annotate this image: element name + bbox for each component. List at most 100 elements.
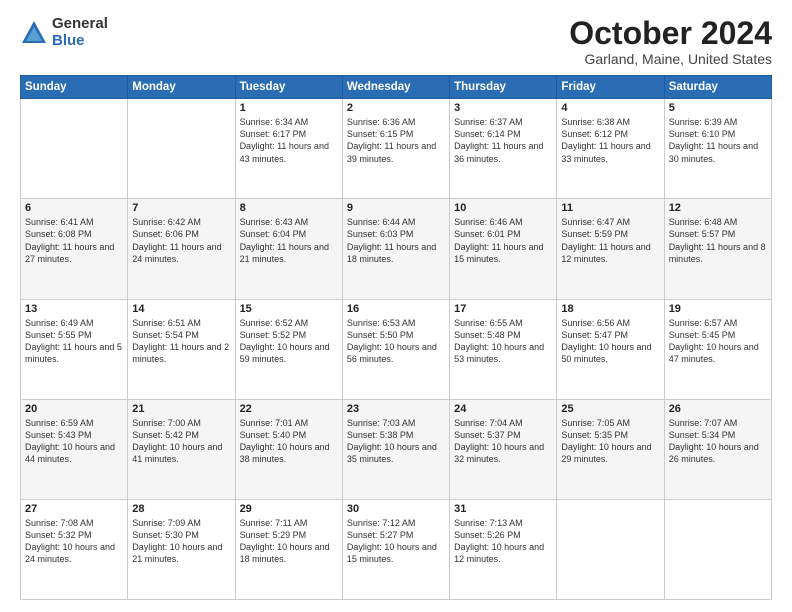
cell-content: Sunrise: 7:07 AM Sunset: 5:34 PM Dayligh… xyxy=(669,417,767,466)
calendar-cell: 21Sunrise: 7:00 AM Sunset: 5:42 PM Dayli… xyxy=(128,399,235,499)
calendar-cell: 2 Sunrise: 6:36 AM Sunset: 6:15 PM Daylig… xyxy=(342,99,449,199)
day-number: 16 xyxy=(347,303,445,315)
calendar-cell: 28 Sunrise: 7:09 AM Sunset: 5:30 PM Dayli… xyxy=(128,499,235,599)
cell-content: Sunrise: 6:49 AM Sunset: 5:55 PM Dayligh… xyxy=(25,317,123,366)
calendar-cell: 22Sunrise: 7:01 AM Sunset: 5:40 PM Dayli… xyxy=(235,399,342,499)
cell-content: Sunrise: 6:34 AM Sunset: 6:17 PM Dayligh… xyxy=(240,116,338,165)
day-header-sunday: Sunday xyxy=(21,76,128,99)
day-number: 27 xyxy=(25,503,123,515)
cell-content: Sunrise: 7:01 AM Sunset: 5:40 PM Dayligh… xyxy=(240,417,338,466)
day-number: 20 xyxy=(25,403,123,415)
calendar-week-1: 1 Sunrise: 6:34 AM Sunset: 6:17 PM Daylig… xyxy=(21,99,772,199)
logo-text: General Blue xyxy=(52,16,108,49)
cell-content: Sunrise: 6:47 AM Sunset: 5:59 PM Dayligh… xyxy=(561,216,659,265)
main-title: October 2024 xyxy=(569,16,772,51)
day-number: 13 xyxy=(25,303,123,315)
calendar-week-2: 6Sunrise: 6:41 AM Sunset: 6:08 PM Daylig… xyxy=(21,199,772,299)
cell-content: Sunrise: 6:43 AM Sunset: 6:04 PM Dayligh… xyxy=(240,216,338,265)
calendar-cell: 12 Sunrise: 6:48 AM Sunset: 5:57 PM Dayli… xyxy=(664,199,771,299)
day-number: 17 xyxy=(454,303,552,315)
calendar-cell: 20 Sunrise: 6:59 AM Sunset: 5:43 PM Dayli… xyxy=(21,399,128,499)
page: General Blue October 2024 Garland, Maine… xyxy=(0,0,792,612)
day-number: 5 xyxy=(669,102,767,114)
calendar-cell: 17Sunrise: 6:55 AM Sunset: 5:48 PM Dayli… xyxy=(450,299,557,399)
cell-content: Sunrise: 6:41 AM Sunset: 6:08 PM Dayligh… xyxy=(25,216,123,265)
day-number: 12 xyxy=(669,202,767,214)
cell-content: Sunrise: 7:13 AM Sunset: 5:26 PM Dayligh… xyxy=(454,517,552,566)
day-number: 25 xyxy=(561,403,659,415)
cell-content: Sunrise: 7:03 AM Sunset: 5:38 PM Dayligh… xyxy=(347,417,445,466)
logo-blue: Blue xyxy=(52,33,108,50)
calendar-cell: 30Sunrise: 7:12 AM Sunset: 5:27 PM Dayli… xyxy=(342,499,449,599)
cell-content: Sunrise: 7:05 AM Sunset: 5:35 PM Dayligh… xyxy=(561,417,659,466)
day-number: 26 xyxy=(669,403,767,415)
cell-content: Sunrise: 7:11 AM Sunset: 5:29 PM Dayligh… xyxy=(240,517,338,566)
cell-content: Sunrise: 6:59 AM Sunset: 5:43 PM Dayligh… xyxy=(25,417,123,466)
day-header-thursday: Thursday xyxy=(450,76,557,99)
calendar-cell xyxy=(21,99,128,199)
day-number: 14 xyxy=(132,303,230,315)
calendar-cell xyxy=(664,499,771,599)
calendar-week-4: 20 Sunrise: 6:59 AM Sunset: 5:43 PM Dayli… xyxy=(21,399,772,499)
day-number: 19 xyxy=(669,303,767,315)
cell-content: Sunrise: 6:51 AM Sunset: 5:54 PM Dayligh… xyxy=(132,317,230,366)
day-number: 8 xyxy=(240,202,338,214)
day-number: 4 xyxy=(561,102,659,114)
calendar-cell: 18Sunrise: 6:56 AM Sunset: 5:47 PM Dayli… xyxy=(557,299,664,399)
day-number: 24 xyxy=(454,403,552,415)
day-header-tuesday: Tuesday xyxy=(235,76,342,99)
cell-content: Sunrise: 6:37 AM Sunset: 6:14 PM Dayligh… xyxy=(454,116,552,165)
calendar-week-3: 13 Sunrise: 6:49 AM Sunset: 5:55 PM Dayli… xyxy=(21,299,772,399)
cell-content: Sunrise: 6:48 AM Sunset: 5:57 PM Dayligh… xyxy=(669,216,767,265)
day-number: 21 xyxy=(132,403,230,415)
cell-content: Sunrise: 7:08 AM Sunset: 5:32 PM Dayligh… xyxy=(25,517,123,566)
day-number: 1 xyxy=(240,102,338,114)
day-number: 31 xyxy=(454,503,552,515)
calendar-cell: 13 Sunrise: 6:49 AM Sunset: 5:55 PM Dayli… xyxy=(21,299,128,399)
title-block: October 2024 Garland, Maine, United Stat… xyxy=(569,16,772,67)
calendar-cell: 24 Sunrise: 7:04 AM Sunset: 5:37 PM Dayli… xyxy=(450,399,557,499)
calendar-cell: 15Sunrise: 6:52 AM Sunset: 5:52 PM Dayli… xyxy=(235,299,342,399)
day-header-monday: Monday xyxy=(128,76,235,99)
logo: General Blue xyxy=(20,16,108,49)
calendar-cell: 25 Sunrise: 7:05 AM Sunset: 5:35 PM Dayli… xyxy=(557,399,664,499)
calendar-cell: 31 Sunrise: 7:13 AM Sunset: 5:26 PM Dayli… xyxy=(450,499,557,599)
day-number: 29 xyxy=(240,503,338,515)
calendar-cell: 7 Sunrise: 6:42 AM Sunset: 6:06 PM Daylig… xyxy=(128,199,235,299)
day-number: 7 xyxy=(132,202,230,214)
calendar-cell: 5 Sunrise: 6:39 AM Sunset: 6:10 PM Daylig… xyxy=(664,99,771,199)
calendar-cell: 16 Sunrise: 6:53 AM Sunset: 5:50 PM Dayli… xyxy=(342,299,449,399)
calendar-cell: 6Sunrise: 6:41 AM Sunset: 6:08 PM Daylig… xyxy=(21,199,128,299)
calendar-cell: 8 Sunrise: 6:43 AM Sunset: 6:04 PM Daylig… xyxy=(235,199,342,299)
cell-content: Sunrise: 7:09 AM Sunset: 5:30 PM Dayligh… xyxy=(132,517,230,566)
calendar-cell: 4 Sunrise: 6:38 AM Sunset: 6:12 PM Daylig… xyxy=(557,99,664,199)
day-number: 2 xyxy=(347,102,445,114)
logo-general: General xyxy=(52,16,108,33)
calendar-cell: 29 Sunrise: 7:11 AM Sunset: 5:29 PM Dayli… xyxy=(235,499,342,599)
calendar-cell: 19Sunrise: 6:57 AM Sunset: 5:45 PM Dayli… xyxy=(664,299,771,399)
day-number: 11 xyxy=(561,202,659,214)
day-header-saturday: Saturday xyxy=(664,76,771,99)
calendar-header-row: SundayMondayTuesdayWednesdayThursdayFrid… xyxy=(21,76,772,99)
day-header-friday: Friday xyxy=(557,76,664,99)
calendar-cell: 26 Sunrise: 7:07 AM Sunset: 5:34 PM Dayli… xyxy=(664,399,771,499)
calendar-cell: 14 Sunrise: 6:51 AM Sunset: 5:54 PM Dayli… xyxy=(128,299,235,399)
cell-content: Sunrise: 6:42 AM Sunset: 6:06 PM Dayligh… xyxy=(132,216,230,265)
header: General Blue October 2024 Garland, Maine… xyxy=(20,16,772,67)
calendar-cell: 27 Sunrise: 7:08 AM Sunset: 5:32 PM Dayli… xyxy=(21,499,128,599)
day-number: 15 xyxy=(240,303,338,315)
cell-content: Sunrise: 7:04 AM Sunset: 5:37 PM Dayligh… xyxy=(454,417,552,466)
calendar-cell: 3 Sunrise: 6:37 AM Sunset: 6:14 PM Daylig… xyxy=(450,99,557,199)
calendar-table: SundayMondayTuesdayWednesdayThursdayFrid… xyxy=(20,75,772,600)
logo-icon xyxy=(20,19,48,47)
cell-content: Sunrise: 6:36 AM Sunset: 6:15 PM Dayligh… xyxy=(347,116,445,165)
calendar-cell: 9Sunrise: 6:44 AM Sunset: 6:03 PM Daylig… xyxy=(342,199,449,299)
day-header-wednesday: Wednesday xyxy=(342,76,449,99)
cell-content: Sunrise: 6:53 AM Sunset: 5:50 PM Dayligh… xyxy=(347,317,445,366)
day-number: 28 xyxy=(132,503,230,515)
cell-content: Sunrise: 6:39 AM Sunset: 6:10 PM Dayligh… xyxy=(669,116,767,165)
day-number: 3 xyxy=(454,102,552,114)
subtitle: Garland, Maine, United States xyxy=(569,51,772,67)
cell-content: Sunrise: 6:38 AM Sunset: 6:12 PM Dayligh… xyxy=(561,116,659,165)
day-number: 23 xyxy=(347,403,445,415)
